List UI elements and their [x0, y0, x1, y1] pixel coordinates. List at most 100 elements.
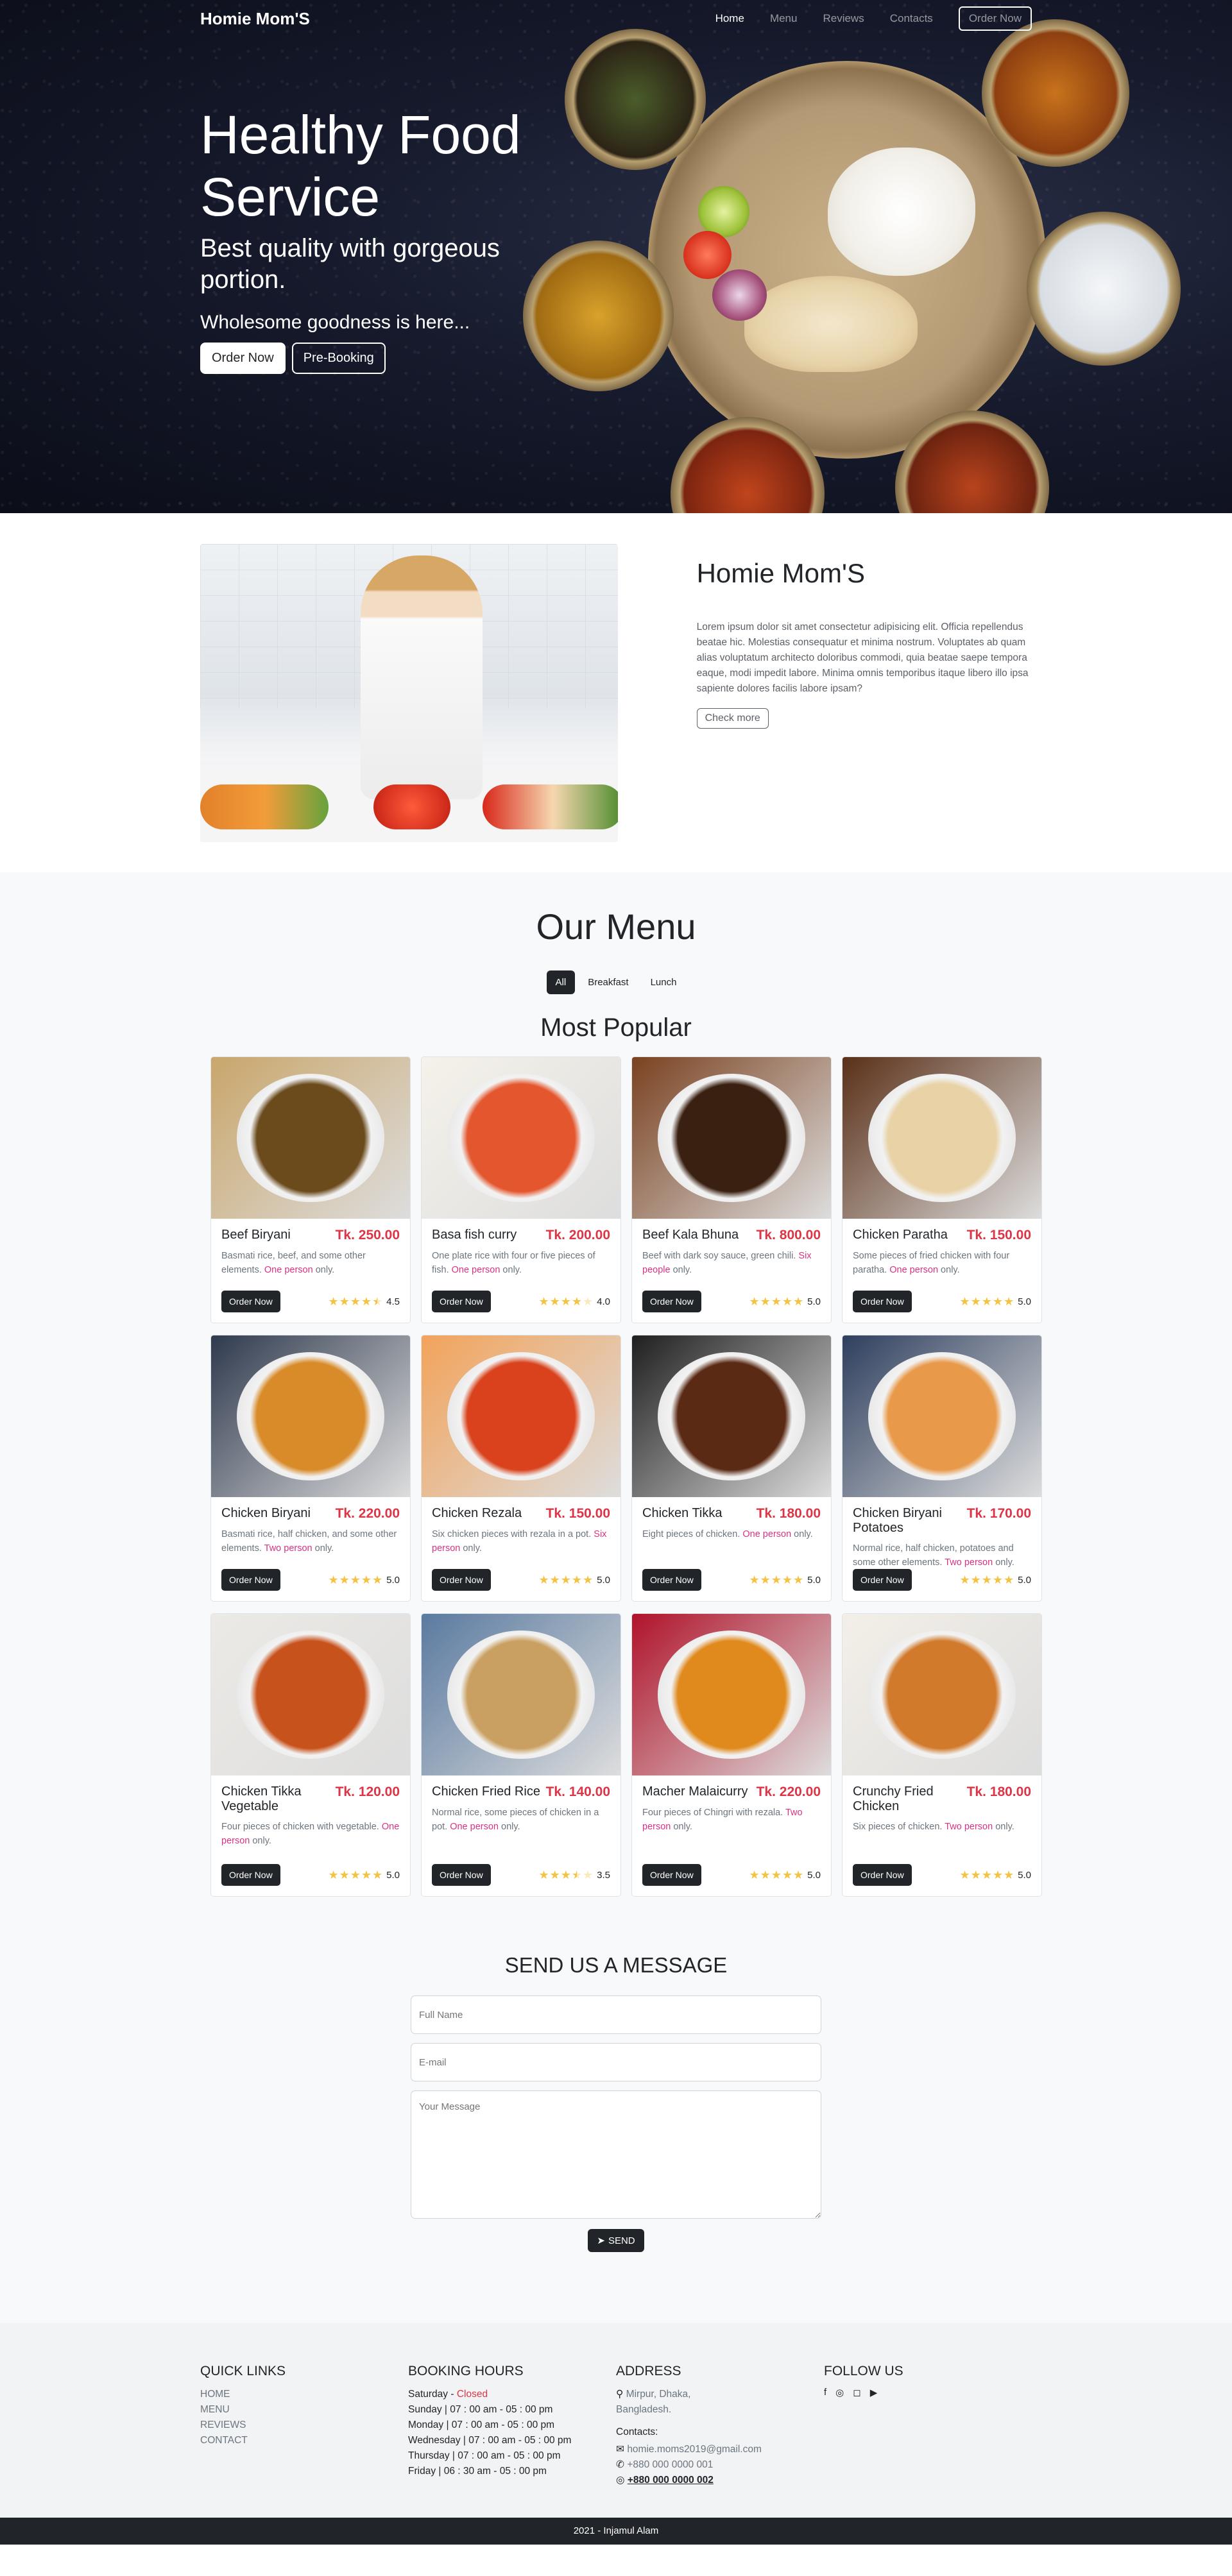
- roti-image: [744, 276, 918, 372]
- hero-title: Healthy Food Service: [200, 105, 521, 228]
- star-icon: ★: [760, 1573, 771, 1586]
- dish-price: Tk. 150.00: [545, 1506, 610, 1521]
- footer-link-contact[interactable]: CONTACT: [200, 2433, 408, 2448]
- menu-card: Macher Malaicurry Tk. 220.00 Four pieces o…: [631, 1613, 832, 1897]
- star-icon: ★: [560, 1294, 571, 1308]
- dish-price: Tk. 180.00: [756, 1506, 821, 1521]
- star-icon: ★: [350, 1868, 361, 1881]
- nav-link-reviews[interactable]: Reviews: [823, 12, 864, 25]
- filter-breakfast[interactable]: Breakfast: [579, 970, 637, 994]
- booking-saturday-day: Saturday -: [408, 2389, 457, 2400]
- star-icon: ★: [782, 1294, 792, 1308]
- follow-us-column: FOLLOW US f ◎ ◻ ▶: [824, 2364, 1032, 2488]
- serves-label: Two person: [945, 1822, 993, 1832]
- quick-links-title: QUICK LINKS: [200, 2364, 286, 2378]
- star-icon: ★: [771, 1868, 782, 1881]
- rating: ★ ★ ★ ★ ★ 4.5: [328, 1295, 400, 1309]
- rating-value: 5.0: [1018, 1296, 1031, 1307]
- star-icon: ★: [538, 1573, 549, 1586]
- order-now-button[interactable]: Order Now: [221, 1291, 280, 1312]
- star-icon: ★: [760, 1294, 771, 1308]
- booking-hours-column: BOOKING HOURS Saturday - Closed Sunday |…: [408, 2364, 616, 2488]
- paper-plane-icon: ➤: [597, 2235, 605, 2246]
- rating: ★ ★ ★ ★ ★ 5.0: [749, 1868, 821, 1882]
- order-now-button[interactable]: Order Now: [642, 1864, 701, 1886]
- dish-image: [632, 1057, 831, 1219]
- instagram-icon[interactable]: ◻: [853, 2387, 860, 2398]
- rating-value: 5.0: [807, 1869, 821, 1881]
- order-now-button[interactable]: Order Now: [853, 1864, 912, 1886]
- youtube-icon[interactable]: ▶: [870, 2387, 878, 2398]
- whatsapp-text[interactable]: +880 000 0000 002: [628, 2475, 714, 2486]
- facebook-icon[interactable]: f: [824, 2387, 826, 2398]
- nav-link-menu[interactable]: Menu: [770, 12, 798, 25]
- footer-link-reviews[interactable]: REVIEWS: [200, 2418, 408, 2433]
- bowl-image: [1027, 212, 1181, 366]
- star-icon: ★: [749, 1573, 760, 1586]
- hero-section: Homie Mom'S Home Menu Reviews Contacts O…: [0, 0, 1232, 513]
- dish-description: Some pieces of fried chicken with four p…: [853, 1251, 1010, 1275]
- closed-label: Closed: [456, 2389, 488, 2400]
- dish-image: [843, 1057, 1041, 1219]
- email-text[interactable]: homie.moms2019@gmail.com: [627, 2444, 762, 2455]
- nav-order-button[interactable]: Order Now: [958, 6, 1032, 31]
- dish-image: [422, 1614, 620, 1775]
- order-now-button[interactable]: Order Now: [432, 1569, 491, 1591]
- dish-image: [211, 1614, 410, 1775]
- phone-icon: ✆: [616, 2459, 624, 2471]
- rating-value: 4.5: [386, 1296, 400, 1307]
- star-icon: ★: [549, 1573, 560, 1586]
- full-name-input[interactable]: [411, 1996, 821, 2034]
- filter-all[interactable]: All: [546, 970, 576, 994]
- navbar: Homie Mom'S Home Menu Reviews Contacts O…: [0, 0, 1232, 37]
- rating-value: 5.0: [807, 1296, 821, 1307]
- email-line: ✉ homie.moms2019@gmail.com: [616, 2442, 824, 2457]
- dish-name: Beef Kala Bhuna: [642, 1228, 739, 1242]
- dish-image: [632, 1614, 831, 1775]
- address-text: Mirpur, Dhaka, Bangladesh.: [616, 2389, 691, 2416]
- star-icon: ★: [771, 1573, 782, 1586]
- most-popular-title: Most Popular: [540, 1013, 692, 1042]
- nav-link-contacts[interactable]: Contacts: [890, 12, 933, 25]
- dish-image: [843, 1335, 1041, 1497]
- serves-label: Two person: [945, 1557, 993, 1568]
- send-button[interactable]: ➤ SEND: [588, 2229, 644, 2252]
- footer-link-menu[interactable]: MENU: [200, 2402, 408, 2418]
- order-now-button[interactable]: Order Now: [642, 1569, 701, 1591]
- dish-price: Tk. 150.00: [966, 1228, 1031, 1242]
- check-more-button[interactable]: Check more: [696, 708, 769, 729]
- message-textarea[interactable]: [411, 2090, 821, 2219]
- rating-value: 5.0: [1018, 1869, 1031, 1881]
- star-icon: ★: [350, 1294, 361, 1308]
- star-icon: ★: [372, 1573, 383, 1586]
- order-now-button[interactable]: Order Now: [432, 1291, 491, 1312]
- star-icon: ★: [959, 1868, 970, 1881]
- order-now-button[interactable]: Order Now: [853, 1569, 912, 1591]
- email-input[interactable]: [411, 2043, 821, 2081]
- order-now-button[interactable]: Order Now: [853, 1291, 912, 1312]
- bowl-image: [565, 29, 706, 170]
- order-now-button[interactable]: Order Now: [642, 1291, 701, 1312]
- star-icon: ★: [749, 1868, 760, 1881]
- footer-link-home[interactable]: HOME: [200, 2387, 408, 2402]
- order-now-button[interactable]: Order Now: [432, 1864, 491, 1886]
- star-icon: ★: [328, 1294, 339, 1308]
- hero-order-button[interactable]: Order Now: [200, 343, 286, 375]
- tomato-image: [683, 231, 732, 279]
- star-icon: ★: [560, 1573, 571, 1586]
- menu-card: Chicken Tikka Tk. 180.00 Eight pieces of c…: [631, 1335, 832, 1602]
- order-now-button[interactable]: Order Now: [221, 1864, 280, 1886]
- rating-value: 5.0: [386, 1869, 400, 1881]
- order-now-button[interactable]: Order Now: [221, 1569, 280, 1591]
- star-icon: ★: [992, 1294, 1003, 1308]
- hero-prebooking-button[interactable]: Pre-Booking: [291, 343, 386, 375]
- star-icon: ★: [583, 1573, 594, 1586]
- brand-logo[interactable]: Homie Mom'S: [200, 9, 310, 29]
- filter-lunch[interactable]: Lunch: [642, 970, 686, 994]
- star-icon: ★: [970, 1573, 981, 1586]
- menu-title: Our Menu: [536, 906, 696, 947]
- nav-link-home[interactable]: Home: [715, 12, 744, 25]
- dish-desc-text: Six chicken pieces with rezala in a pot.: [432, 1529, 592, 1540]
- phone-text[interactable]: +880 000 0000 001: [627, 2459, 713, 2470]
- whatsapp-icon[interactable]: ◎: [835, 2387, 844, 2398]
